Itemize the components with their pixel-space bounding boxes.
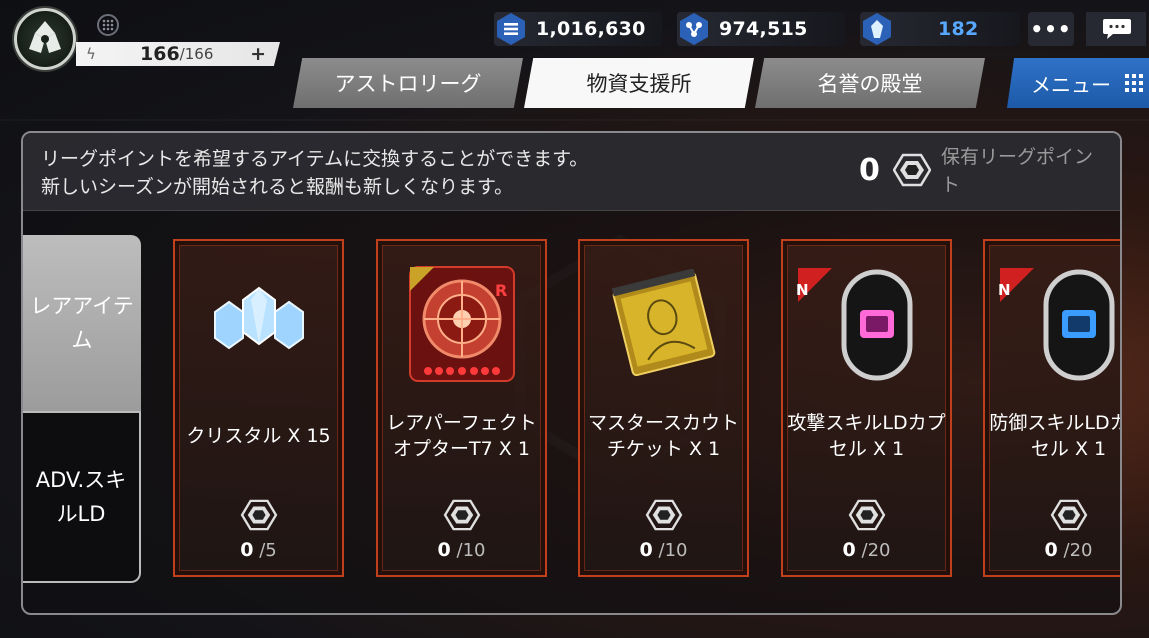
grid-menu-icon[interactable] [97,14,119,36]
item-exchange-count: 0 /10 [378,539,545,561]
credits-icon [494,12,528,46]
menu-label: メニュー [1031,72,1111,97]
item-exchange-count: 0 /20 [783,539,950,561]
league-point-icon [580,499,747,531]
energy-max: /166 [179,45,214,63]
exchange-item-card[interactable]: N 攻撃スキルLDカプセル X 1 0 /20 [781,239,952,577]
tab-supply-station[interactable]: 物資支援所 [524,58,754,108]
exchange-item-card[interactable]: マスタースカウトチケット X 1 0 /10 [578,239,749,577]
exchange-item-card[interactable]: R レアパーフェクトオプターT7 X 1 0 /10 [376,239,547,577]
item-owned: 0 [842,539,856,561]
normal-grade-badge: N [998,281,1011,299]
league-points-value: 0 [859,153,880,188]
item-limit: /10 [456,540,486,561]
league-point-icon [175,499,342,531]
energy-add-button[interactable]: + [250,43,266,65]
menu-grid-icon [1125,74,1143,92]
attack-capsule-image: N [783,259,950,389]
credits-counter[interactable]: 1,016,630 [494,12,662,46]
item-limit: /20 [861,540,891,561]
optic-item-image: R [378,259,545,389]
tab-hall-of-honor[interactable]: 名誉の殿堂 [755,58,985,108]
description-line-1: リーグポイントを希望するアイテムに交換することができます。 [41,148,589,170]
crystal-value: 182 [938,18,979,40]
energy-current: 166 [140,43,180,65]
category-rare-items[interactable]: レアアイテム [23,235,141,411]
item-name: クリスタル X 15 [186,425,331,447]
crystal-counter[interactable]: 182 [860,12,1020,46]
category-adv-skill-ld[interactable]: ADV.スキルLD [23,411,141,583]
chat-bubble-icon [1103,19,1131,39]
item-owned: 0 [1044,539,1058,561]
defense-capsule-image: N [985,259,1120,389]
item-exchange-count: 0 /5 [175,539,342,561]
item-limit: /20 [1063,540,1093,561]
description-line-2: 新しいシーズンが開始されると報酬も新しくなります。 [41,176,514,198]
league-points-label: 保有リーグポイント [941,146,1094,196]
info-header: リーグポイントを希望するアイテムに交換することができます。 新しいシーズンが開始… [23,133,1120,211]
alloy-counter[interactable]: 974,515 [677,12,845,46]
league-point-icon [985,499,1120,531]
energy-bolt-icon: ϟ [86,45,96,63]
energy-bar: ϟ 166 /166 + [76,42,280,66]
league-emblem[interactable] [14,8,76,70]
item-owned: 0 [639,539,653,561]
emblem-icon [29,21,61,53]
crystal-item-image [175,259,342,389]
item-limit: /10 [658,540,688,561]
item-exchange-count: 0 /20 [985,539,1120,561]
exchange-panel: リーグポイントを希望するアイテムに交換することができます。 新しいシーズンが開始… [21,131,1122,615]
item-name: 防御スキルLDカプセル X 1 [989,412,1120,460]
alloy-value: 974,515 [719,18,808,40]
item-owned: 0 [240,539,254,561]
chat-button[interactable] [1086,12,1146,46]
item-name: 攻撃スキルLDカプセル X 1 [787,412,946,460]
more-options-button[interactable]: ••• [1028,12,1074,46]
exchange-item-card[interactable]: クリスタル X 15 0 /5 [173,239,344,577]
exchange-item-card[interactable]: N 防御スキルLDカプセル X 1 0 /20 [983,239,1120,577]
item-name: マスタースカウトチケット X 1 [587,412,740,460]
league-point-icon [378,499,545,531]
item-name: レアパーフェクトオプターT7 X 1 [386,412,537,460]
tab-astro-league[interactable]: アストロリーグ [293,58,523,108]
rarity-badge: R [495,281,508,300]
menu-button[interactable]: メニュー [1007,58,1149,108]
item-limit: /5 [259,540,277,561]
item-owned: 0 [437,539,451,561]
exchange-description: リーグポイントを希望するアイテムに交換することができます。 新しいシーズンが開始… [41,145,588,201]
league-point-icon [783,499,950,531]
normal-grade-badge: N [796,281,809,299]
item-exchange-count: 0 /10 [580,539,747,561]
alloy-icon [677,12,711,46]
scout-ticket-image [580,259,747,389]
crystal-gem-icon [860,12,894,46]
league-point-icon [892,153,932,191]
credits-value: 1,016,630 [536,18,646,40]
